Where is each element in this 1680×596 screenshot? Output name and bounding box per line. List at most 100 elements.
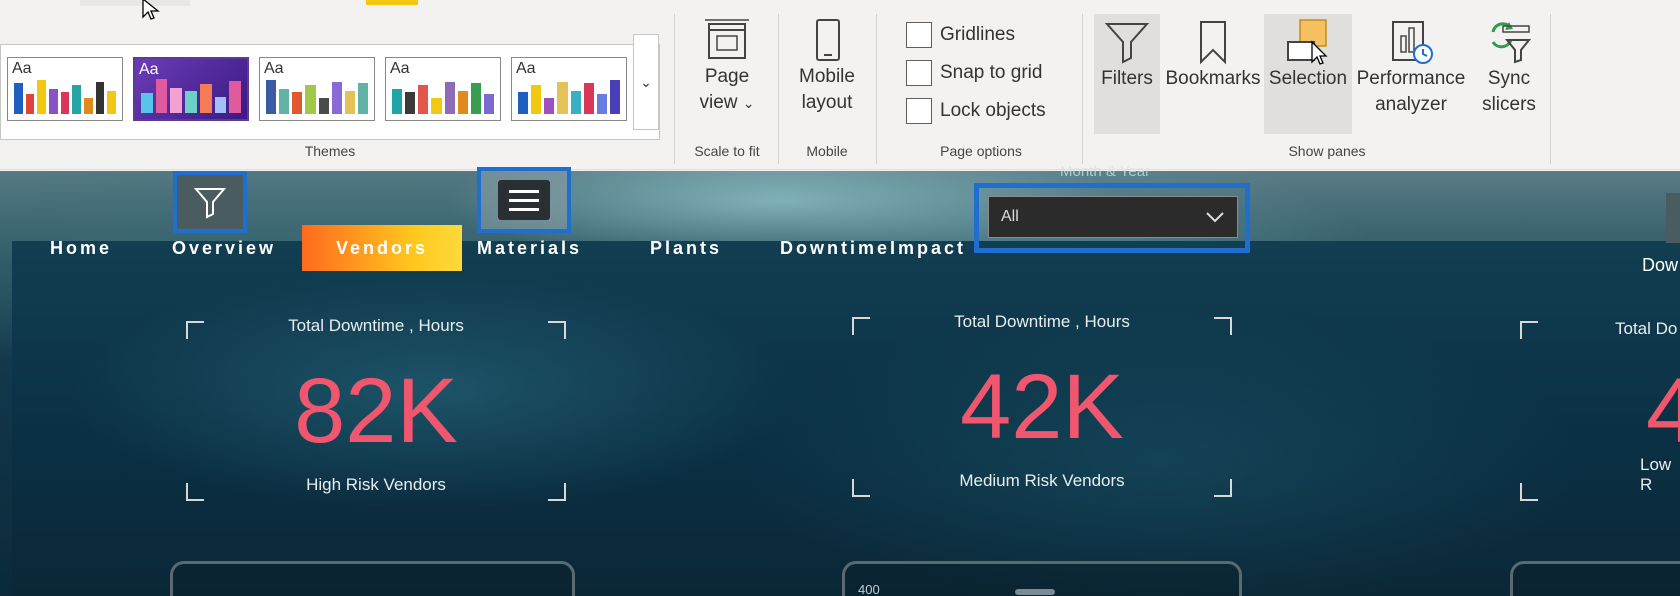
- selection-pane-button[interactable]: Selection: [1264, 14, 1352, 134]
- sync-slicers-label-1: Sync: [1487, 68, 1531, 89]
- bottom-visual-1[interactable]: [170, 561, 575, 596]
- snap-to-grid-checkbox[interactable]: Snap to grid: [906, 60, 1042, 86]
- theme-bar: [141, 93, 153, 113]
- card-subtitle: High Risk Vendors: [306, 475, 446, 494]
- ribbon-tab-hint[interactable]: [80, 0, 190, 6]
- hamburger-icon: [498, 180, 550, 220]
- show-panes-group-label: Show panes: [1288, 143, 1366, 159]
- page-view-button[interactable]: Page view ⌄: [676, 16, 778, 116]
- theme-bar: [357, 83, 368, 114]
- kpi-card-low-risk[interactable]: Total Do 4 Low R: [1520, 321, 1680, 501]
- nav-downtime-impact[interactable]: DowntimeImpact: [780, 225, 966, 271]
- active-tab-indicator: [366, 0, 418, 5]
- theme-bar: [596, 94, 607, 114]
- card-corner: [1520, 483, 1538, 501]
- theme-bar: [457, 90, 468, 114]
- filter-icon: [193, 188, 227, 219]
- bottom-visual-3[interactable]: [1510, 561, 1680, 596]
- mobile-layout-label-1: Mobile: [799, 66, 855, 87]
- theme-bar: [609, 79, 620, 114]
- themes-group-label: Themes: [304, 143, 356, 159]
- card-value: 82K: [294, 360, 458, 462]
- card-value: 42K: [960, 356, 1124, 458]
- theme-bar: [344, 90, 355, 114]
- theme-bars: [518, 78, 620, 114]
- lock-objects-checkbox[interactable]: Lock objects: [906, 98, 1046, 124]
- theme-bar: [305, 85, 316, 114]
- performance-analyzer-button[interactable]: Performance analyzer: [1352, 18, 1470, 118]
- checkbox-box[interactable]: [906, 22, 932, 48]
- theme-aa-label: Aa: [12, 60, 32, 77]
- bookmarks-pane-button[interactable]: Bookmarks: [1164, 18, 1262, 92]
- card-title: Total Do: [1615, 321, 1678, 338]
- theme-bar: [37, 79, 47, 114]
- nav-home[interactable]: Home: [50, 225, 112, 271]
- theme-bars: [266, 78, 368, 114]
- nav-vendors[interactable]: Vendors: [302, 225, 462, 271]
- mobile-phone-icon: [816, 19, 840, 61]
- filter-toggle-button[interactable]: [173, 171, 247, 233]
- themes-group: Aa Aa Aa Aa Aa ⌄ Themes: [0, 10, 660, 165]
- filters-label: Filters: [1101, 68, 1153, 89]
- gridlines-checkbox[interactable]: Gridlines: [906, 22, 1015, 48]
- mobile-layout-button[interactable]: Mobile layout: [780, 16, 874, 116]
- page-options-group: Gridlines Snap to grid Lock objects Page…: [906, 10, 1076, 165]
- menu-toggle-button[interactable]: [477, 167, 571, 233]
- theme-thumbnail-4[interactable]: Aa: [385, 57, 501, 121]
- filter-icon: [1104, 23, 1150, 64]
- page-view-icon: [705, 19, 749, 59]
- theme-bar: [229, 80, 242, 113]
- filters-pane-button[interactable]: Filters: [1094, 14, 1160, 134]
- report-canvas[interactable]: Month & Year All Home Overview Vendors M…: [0, 163, 1680, 596]
- theme-bar: [557, 81, 568, 114]
- theme-bars: [141, 77, 242, 113]
- snap-to-grid-label: Snap to grid: [940, 62, 1043, 83]
- theme-thumbnail-3[interactable]: Aa: [259, 57, 375, 121]
- mobile-group-label: Mobile: [806, 143, 848, 159]
- theme-bar: [570, 90, 581, 114]
- gridlines-label: Gridlines: [940, 24, 1015, 45]
- theme-thumbnail-1[interactable]: Aa: [7, 57, 123, 121]
- theme-aa-label: Aa: [516, 60, 536, 77]
- theme-bar: [185, 91, 197, 113]
- card-corner: [1520, 321, 1538, 339]
- right-edge-visual: [1666, 193, 1680, 243]
- theme-bar: [418, 85, 429, 114]
- theme-thumbnail-2[interactable]: Aa: [133, 57, 249, 121]
- theme-bar: [72, 85, 82, 114]
- theme-bar: [531, 85, 542, 114]
- kpi-card-high-risk[interactable]: Total Downtime , Hours 82K High Risk Ven…: [186, 316, 566, 501]
- theme-bars: [14, 78, 117, 114]
- theme-bar: [84, 97, 93, 114]
- theme-bar: [49, 88, 58, 114]
- nav-plants[interactable]: Plants: [650, 225, 722, 271]
- ribbon-separator: [876, 14, 877, 164]
- sync-slicers-button[interactable]: Sync slicers: [1472, 18, 1546, 118]
- kpi-card-medium-risk[interactable]: Total Downtime , Hours 42K Medium Risk V…: [852, 312, 1232, 497]
- nav-materials[interactable]: Materials: [477, 225, 582, 271]
- slicer-value: All: [1001, 208, 1019, 225]
- ribbon-separator: [778, 14, 779, 164]
- theme-bar: [266, 79, 277, 114]
- themes-more-button[interactable]: ⌄: [633, 34, 659, 130]
- checkbox-box[interactable]: [906, 98, 932, 124]
- card-subtitle: Medium Risk Vendors: [959, 471, 1125, 490]
- ribbon: Aa Aa Aa Aa Aa ⌄ Themes Page view ⌄ Scal…: [0, 0, 1680, 170]
- scale-to-fit-label: Scale to fit: [694, 143, 760, 159]
- theme-bar: [14, 83, 23, 114]
- theme-bar: [544, 97, 555, 114]
- clipped-card-title: Dow: [1642, 255, 1679, 275]
- card-subtitle: Low R: [1640, 455, 1672, 494]
- checkbox-box[interactable]: [906, 60, 932, 86]
- theme-thumbnail-5[interactable]: Aa: [511, 57, 627, 121]
- theme-bar: [60, 92, 70, 114]
- nav-overview[interactable]: Overview: [172, 225, 276, 271]
- selection-icon: [1287, 19, 1328, 65]
- month-year-slicer-dropdown[interactable]: All: [988, 196, 1238, 238]
- theme-bar: [583, 83, 594, 114]
- theme-bar: [107, 90, 117, 114]
- card-value: 4: [1646, 360, 1680, 462]
- chart-title-blur: [1015, 589, 1055, 595]
- page-view-label-2: view ⌄: [699, 92, 755, 113]
- mobile-layout-label-2: layout: [801, 92, 853, 113]
